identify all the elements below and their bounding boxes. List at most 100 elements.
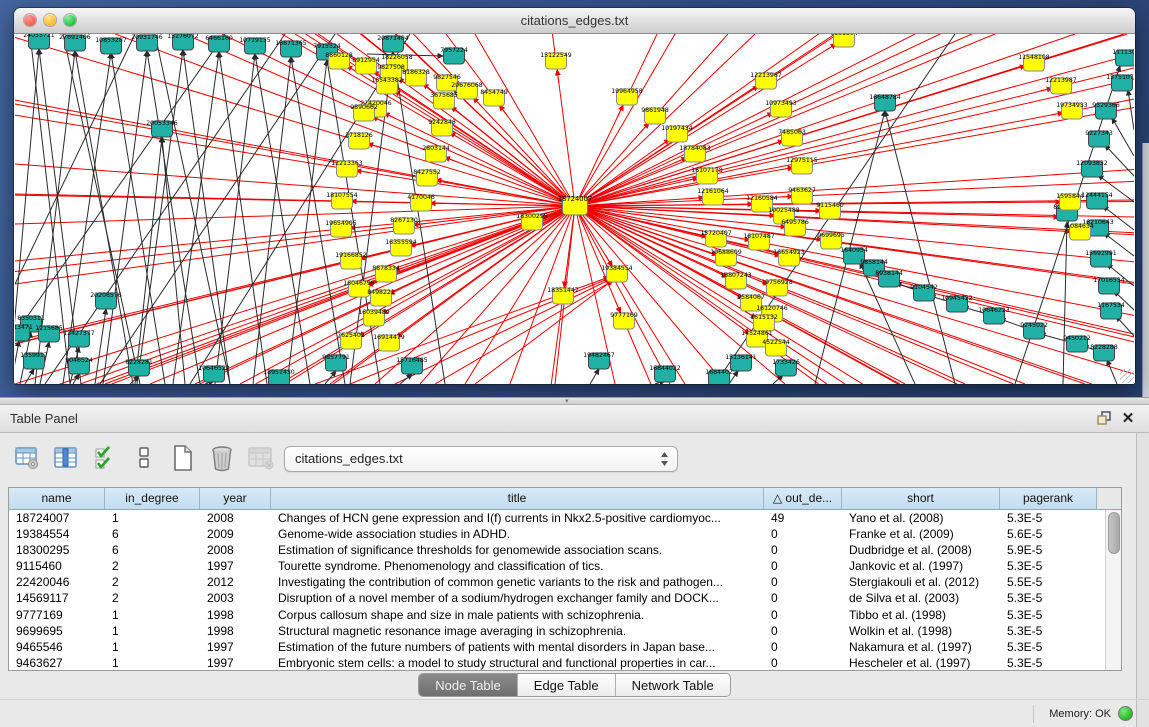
table-cell[interactable]: 9699695 (9, 623, 105, 639)
graph-node[interactable]: 16914479 (373, 334, 405, 351)
delete-column-button[interactable] (207, 443, 237, 473)
table-cell[interactable]: 9463627 (9, 655, 105, 671)
graph-node[interactable]: 1167534 (1097, 302, 1125, 319)
graph-node[interactable]: 10646223 (978, 307, 1010, 324)
graph-node[interactable]: 10688609 (710, 249, 742, 266)
table-cell[interactable]: 1997 (200, 558, 271, 574)
graph-node[interactable]: 12213987 (1045, 77, 1077, 94)
table-cell[interactable]: Hescheler et al. (1997) (842, 655, 1000, 671)
table-cell[interactable]: de Silva et al. (2003) (842, 590, 1000, 606)
table-cell[interactable]: Investigating the contribution of common… (271, 574, 764, 590)
graph-node[interactable]: 15276072 (167, 34, 199, 50)
graph-node[interactable]: 12213363 (331, 160, 363, 177)
column-header-year[interactable]: year (200, 488, 271, 509)
table-cell[interactable]: 2009 (200, 526, 271, 542)
column-header-short[interactable]: short (842, 488, 1000, 509)
graph-node[interactable]: 10853287 (95, 37, 127, 54)
table-cell[interactable]: 5.3E-5 (1000, 590, 1097, 606)
table-cell[interactable]: 5.3E-5 (1000, 655, 1097, 671)
table-cell[interactable]: Tourette syndrome. Phenomenology and cla… (271, 558, 764, 574)
row-height-button[interactable] (129, 443, 159, 473)
table-cell[interactable]: 9777169 (9, 607, 105, 623)
graph-node[interactable]: 8938144 (875, 270, 903, 287)
table-mode-button[interactable] (12, 443, 42, 473)
table-cell[interactable]: 1 (105, 510, 200, 526)
graph-node[interactable]: 1684402 (705, 369, 733, 384)
graph-node[interactable]: 15720407 (700, 230, 732, 247)
graph-node[interactable]: 19166852 (335, 252, 367, 269)
table-cell[interactable]: Jankovic et al. (1997) (842, 558, 1000, 574)
green-status-dot[interactable] (1118, 706, 1133, 721)
table-cell[interactable]: Disruption of a novel member of a sodium… (271, 590, 764, 606)
graph-node[interactable]: 8427552 (413, 169, 441, 186)
graph-node[interactable]: 6495786 (781, 219, 809, 236)
graph-node[interactable]: 12093832 (1076, 160, 1108, 177)
table-row[interactable]: 1938455462009Genome-wide association stu… (9, 526, 1121, 542)
graph-node[interactable]: 7485063 (778, 129, 806, 146)
table-cell[interactable]: 1 (105, 655, 200, 671)
graph-node[interactable]: 16039489 (358, 309, 390, 326)
graph-node[interactable]: 1215685 (35, 325, 63, 342)
table-cell[interactable]: Yano et al. (2008) (842, 510, 1000, 526)
table-cell[interactable]: Structural magnetic resonance image aver… (271, 623, 764, 639)
column-header-name[interactable]: name (9, 488, 105, 509)
graph-node[interactable]: 4170046 (407, 194, 435, 211)
table-cell[interactable]: 5.3E-5 (1000, 623, 1097, 639)
table-cell[interactable]: 1997 (200, 655, 271, 671)
graph-node[interactable]: 16648784 (869, 94, 901, 111)
citation-network-graph[interactable]: 2405572127691406108532872093174615276072… (15, 34, 1134, 384)
column-header-out-de-[interactable]: △ out_de... (764, 488, 842, 509)
graph-node[interactable]: 1615132 (750, 314, 778, 331)
graph-node[interactable]: 8860128 (325, 52, 353, 69)
graph-node[interactable]: 1111304 (1112, 49, 1134, 66)
graph-node[interactable]: 8498222 (367, 289, 395, 306)
table-cell[interactable]: Stergiakouli et al. (2012) (842, 574, 1000, 590)
table-cell[interactable]: 2 (105, 574, 200, 590)
table-cell[interactable]: 22420046 (9, 574, 105, 590)
graph-node[interactable]: 8267130 (390, 217, 418, 234)
graph-node[interactable]: 9463627 (788, 187, 816, 204)
graph-node[interactable]: 9777169 (610, 312, 638, 329)
graph-node[interactable]: 16671365 (275, 40, 307, 57)
graph-node[interactable]: 2803144 (422, 145, 450, 162)
table-cell[interactable]: 19384554 (9, 526, 105, 542)
table-select-dropdown[interactable]: citations_edges.txt (284, 446, 678, 472)
graph-node[interactable]: 9857791 (322, 354, 350, 371)
table-cell[interactable]: 18300295 (9, 542, 105, 558)
graph-node[interactable]: 12975115 (786, 157, 818, 174)
graph-node[interactable]: 18951430 (263, 369, 295, 384)
table-scrollbar[interactable] (1105, 510, 1121, 670)
graph-node[interactable]: 16107487 (743, 233, 775, 250)
table-cell[interactable]: 0 (764, 639, 842, 655)
table-cell[interactable]: 18724007 (9, 510, 105, 526)
graph-node[interactable]: 9861948 (641, 107, 669, 124)
delete-table-button[interactable] (246, 443, 276, 473)
graph-node[interactable]: 15122549 (540, 52, 572, 69)
table-row[interactable]: 1456911722003Disruption of a novel membe… (9, 590, 1121, 606)
show-columns-button[interactable] (51, 443, 81, 473)
splitter-handle-icon[interactable]: ▾ (565, 398, 569, 405)
table-cell[interactable]: 0 (764, 655, 842, 671)
table-cell[interactable]: Corpus callosum shape and size in male p… (271, 607, 764, 623)
network-canvas[interactable]: 2405572127691406108532872093174615276072… (15, 34, 1134, 384)
graph-node[interactable]: 8878334 (372, 265, 400, 282)
network-window-titlebar[interactable]: citations_edges.txt (14, 8, 1135, 34)
graph-node[interactable]: 10646522 (198, 365, 230, 382)
graph-node[interactable]: 9115460 (816, 202, 844, 219)
table-cell[interactable]: 5.5E-5 (1000, 574, 1097, 590)
table-cell[interactable]: Genome-wide association studies in ADHD. (271, 526, 764, 542)
table-cell[interactable]: 0 (764, 526, 842, 542)
graph-node[interactable]: 11548108 (1018, 54, 1050, 71)
table-cell[interactable]: 1998 (200, 623, 271, 639)
column-header-title[interactable]: title (271, 488, 764, 509)
table-cell[interactable]: 0 (764, 558, 842, 574)
graph-node[interactable]: 8454749 (480, 89, 508, 106)
table-row[interactable]: 911546021997Tourette syndrome. Phenomeno… (9, 558, 1121, 574)
graph-node[interactable]: 9104542 (910, 284, 938, 301)
close-panel-button[interactable]: ✕ (1119, 410, 1137, 428)
graph-node[interactable]: 20206576 (90, 292, 122, 309)
graph-node[interactable]: 9450212 (1063, 335, 1091, 352)
table-cell[interactable]: 5.3E-5 (1000, 558, 1097, 574)
graph-node[interactable]: 9245022 (1020, 322, 1048, 339)
window-resize-grip[interactable] (1120, 369, 1134, 383)
